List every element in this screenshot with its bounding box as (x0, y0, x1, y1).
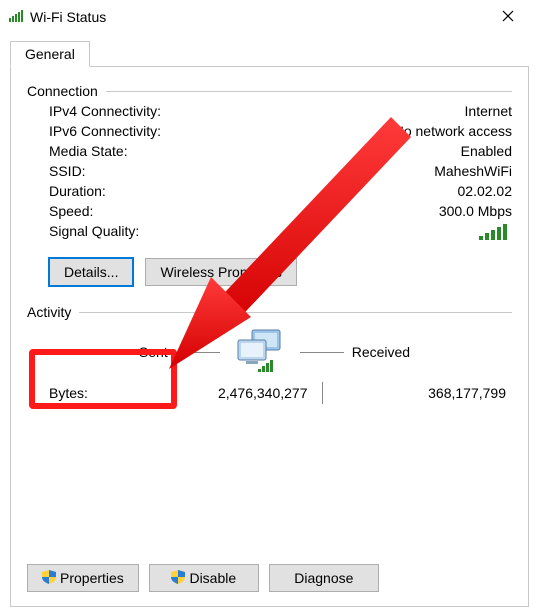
duration-value: 02.02.02 (458, 183, 513, 199)
uac-shield-icon (42, 570, 56, 587)
uac-shield-icon (171, 570, 185, 587)
ipv4-connectivity-value: Internet (465, 103, 512, 119)
bytes-label: Bytes: (49, 385, 139, 401)
wireless-properties-button[interactable]: Wireless Properties (145, 258, 296, 286)
tab-general[interactable]: General (10, 41, 90, 67)
divider (300, 352, 344, 353)
activity-received-label: Received (352, 344, 410, 360)
disable-button[interactable]: Disable (149, 564, 259, 592)
ssid-value: MaheshWiFi (434, 163, 512, 179)
group-activity-header: Activity (27, 304, 512, 320)
divider (322, 382, 323, 404)
ipv6-connectivity-label: IPv6 Connectivity: (49, 123, 161, 139)
close-icon (502, 9, 514, 25)
divider (106, 91, 512, 92)
ipv4-connectivity-label: IPv4 Connectivity: (49, 103, 161, 119)
activity-sent-label: Sent (139, 344, 168, 360)
diagnose-button[interactable]: Diagnose (269, 564, 379, 592)
wifi-signal-icon (8, 8, 24, 27)
signal-bars-icon (478, 223, 512, 244)
bytes-received-value: 368,177,799 (338, 385, 513, 401)
ssid-label: SSID: (49, 163, 86, 179)
disable-button-label: Disable (189, 570, 236, 586)
close-button[interactable] (485, 2, 531, 32)
speed-value: 300.0 Mbps (439, 203, 512, 219)
window-title: Wi-Fi Status (30, 9, 485, 25)
network-computers-icon (228, 328, 292, 376)
group-connection-label: Connection (27, 83, 98, 99)
media-state-label: Media State: (49, 143, 128, 159)
divider (176, 352, 220, 353)
properties-button-label: Properties (60, 570, 124, 586)
properties-button[interactable]: Properties (27, 564, 139, 592)
signal-quality-label: Signal Quality: (49, 223, 139, 244)
group-activity-label: Activity (27, 304, 71, 320)
group-connection-header: Connection (27, 83, 512, 99)
bytes-sent-value: 2,476,340,277 (139, 385, 308, 401)
ipv6-connectivity-value: No network access (394, 123, 512, 139)
duration-label: Duration: (49, 183, 106, 199)
media-state-value: Enabled (461, 143, 512, 159)
details-button[interactable]: Details... (49, 258, 133, 286)
divider (79, 312, 512, 313)
speed-label: Speed: (49, 203, 93, 219)
